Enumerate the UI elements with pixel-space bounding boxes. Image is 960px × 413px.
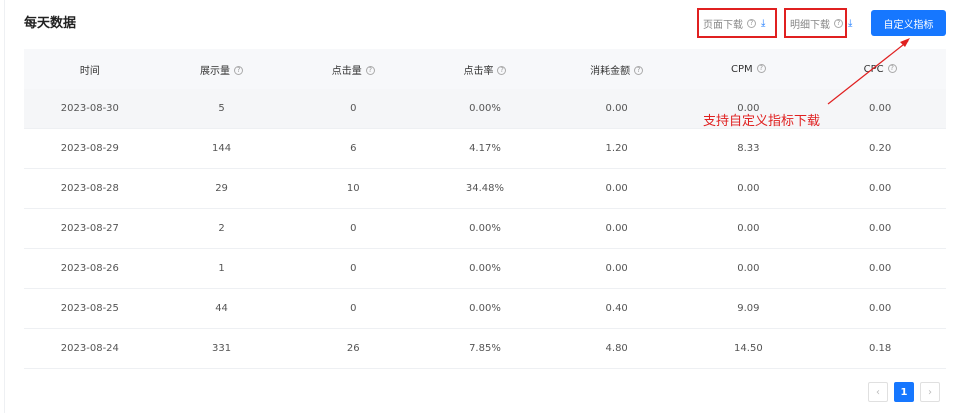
- cell-ctr: 0.00%: [419, 208, 551, 249]
- highlight-box-page-download: [697, 8, 777, 38]
- cell-spend: 0.40: [550, 288, 683, 329]
- cell-spend: 0.00: [550, 208, 683, 249]
- column-header-clicks: 点击量?: [287, 49, 420, 89]
- help-icon[interactable]: ?: [887, 64, 897, 73]
- annotation-text: 支持自定义指标下载: [703, 114, 821, 129]
- cell-time: 2023-08-27: [24, 208, 156, 249]
- pagination-page-1[interactable]: 1: [894, 382, 914, 402]
- table-header-row: 时间 展示量? 点击量? 点击率? 消耗金额? CPM? CPC?: [24, 49, 946, 89]
- cell-spend: 0.00: [550, 168, 683, 209]
- cell-impressions: 1: [155, 248, 288, 289]
- cell-spend: 0.00: [550, 89, 683, 129]
- daily-data-table: 时间 展示量? 点击量? 点击率? 消耗金额? CPM? CPC? 2023-0…: [24, 49, 946, 369]
- help-icon[interactable]: ?: [756, 64, 766, 73]
- cell-clicks: 0: [287, 208, 420, 249]
- pagination: ‹ 1 ›: [862, 382, 940, 402]
- cell-impressions: 2: [155, 208, 288, 249]
- table-row: 2023-08-28 29 10 34.48% 0.00 0.00 0.00: [24, 168, 946, 209]
- column-header-time: 时间: [24, 49, 156, 89]
- cell-impressions: 144: [155, 128, 288, 169]
- cell-ctr: 0.00%: [419, 89, 551, 129]
- cell-ctr: 7.85%: [419, 328, 551, 369]
- table-row: 2023-08-25 44 0 0.00% 0.40 9.09 0.00: [24, 288, 946, 329]
- cell-cpm: 0.00: [682, 248, 815, 289]
- cell-cpm: 9.09: [682, 288, 815, 329]
- cell-cpm: 0.00: [682, 208, 815, 249]
- table-row: 2023-08-24 331 26 7.85% 4.80 14.50 0.18: [24, 328, 946, 369]
- help-icon[interactable]: ?: [234, 66, 244, 75]
- table-row: 2023-08-26 1 0 0.00% 0.00 0.00 0.00: [24, 248, 946, 289]
- cell-cpc: 0.00: [814, 288, 946, 329]
- help-icon[interactable]: ?: [634, 66, 644, 75]
- download-icon[interactable]: ⤓: [848, 18, 852, 29]
- cell-impressions: 5: [155, 89, 288, 129]
- cell-time: 2023-08-26: [24, 248, 156, 289]
- cell-time: 2023-08-24: [24, 328, 156, 369]
- cell-cpc: 0.18: [814, 328, 946, 369]
- cell-cpc: 0.00: [814, 168, 946, 209]
- cell-cpc: 0.00: [814, 89, 946, 129]
- highlight-box-detail-download: [784, 8, 847, 38]
- cell-spend: 0.00: [550, 248, 683, 289]
- cell-clicks: 0: [287, 288, 420, 329]
- cell-cpc: 0.20: [814, 128, 946, 169]
- cell-time: 2023-08-29: [24, 128, 156, 169]
- help-icon[interactable]: ?: [365, 66, 375, 75]
- cell-clicks: 6: [287, 128, 420, 169]
- table-row: 2023-08-29 144 6 4.17% 1.20 8.33 0.20: [24, 128, 946, 169]
- cell-cpc: 0.00: [814, 208, 946, 249]
- cell-impressions: 29: [155, 168, 288, 209]
- column-header-cpc: CPC?: [814, 49, 946, 89]
- pagination-next-button[interactable]: ›: [920, 382, 940, 402]
- cell-cpc: 0.00: [814, 248, 946, 289]
- cell-time: 2023-08-28: [24, 168, 156, 209]
- column-header-ctr: 点击率?: [419, 49, 551, 89]
- cell-spend: 1.20: [550, 128, 683, 169]
- pagination-prev-button[interactable]: ‹: [868, 382, 888, 402]
- cell-spend: 4.80: [550, 328, 683, 369]
- cell-impressions: 44: [155, 288, 288, 329]
- cell-cpm: 0.00: [682, 168, 815, 209]
- cell-time: 2023-08-30: [24, 89, 156, 129]
- cell-clicks: 10: [287, 168, 420, 209]
- table-row: 2023-08-27 2 0 0.00% 0.00 0.00 0.00: [24, 208, 946, 249]
- cell-ctr: 0.00%: [419, 288, 551, 329]
- cell-ctr: 0.00%: [419, 248, 551, 289]
- cell-cpm: 8.33: [682, 128, 815, 169]
- cell-time: 2023-08-25: [24, 288, 156, 329]
- toolbar: 页面下载 ? ⤓ 明细下载 ? ⤓ 自定义指标: [0, 8, 960, 38]
- cell-clicks: 26: [287, 328, 420, 369]
- help-icon[interactable]: ?: [497, 66, 507, 75]
- cell-clicks: 0: [287, 248, 420, 289]
- cell-clicks: 0: [287, 89, 420, 129]
- cell-cpm: 14.50: [682, 328, 815, 369]
- cell-ctr: 4.17%: [419, 128, 551, 169]
- column-header-spend: 消耗金额?: [550, 49, 683, 89]
- column-header-impressions: 展示量?: [155, 49, 288, 89]
- custom-metrics-button[interactable]: 自定义指标: [871, 10, 946, 36]
- cell-ctr: 34.48%: [419, 168, 551, 209]
- cell-impressions: 331: [155, 328, 288, 369]
- column-header-cpm: CPM?: [682, 49, 815, 89]
